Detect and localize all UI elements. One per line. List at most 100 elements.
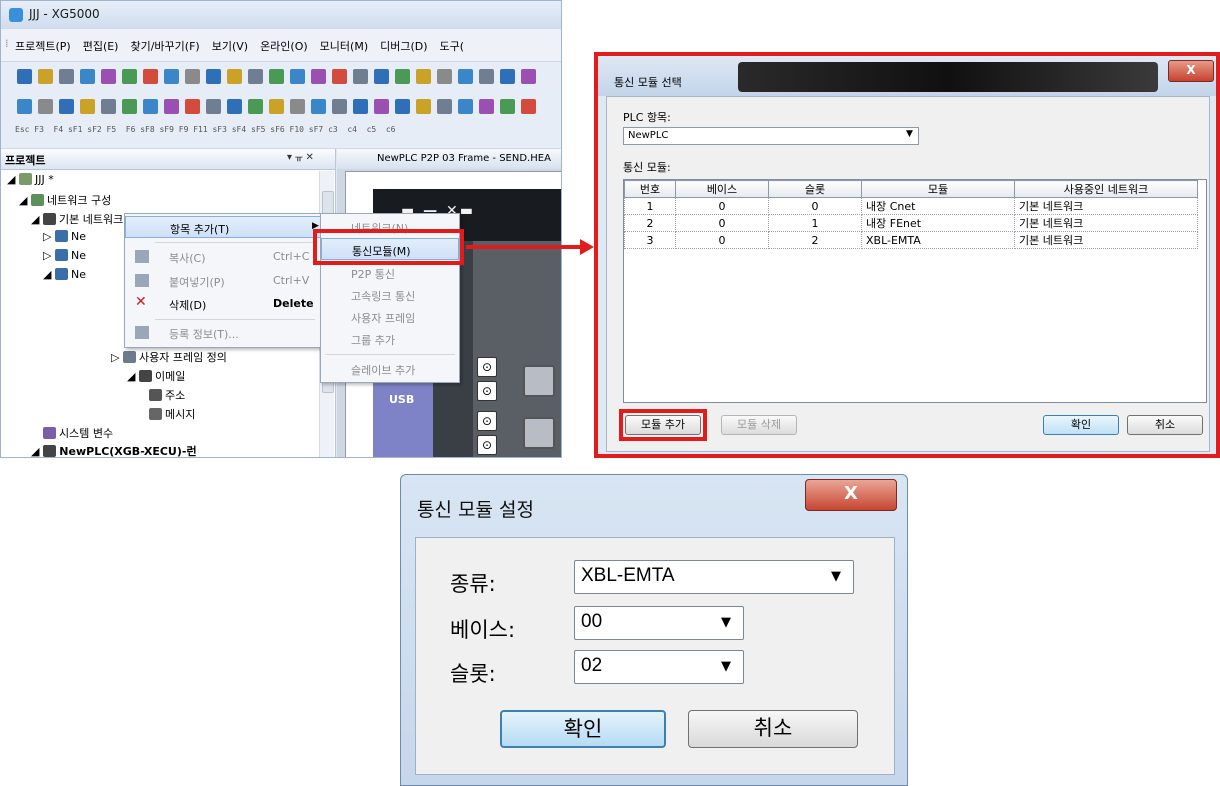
toolbar-icon[interactable]	[101, 69, 116, 84]
toolbar-icon[interactable]	[416, 69, 431, 84]
tree-basic-network[interactable]: ◢ 기본 네트워크	[31, 211, 123, 227]
toolbar-icon[interactable]	[500, 99, 515, 114]
tree-root[interactable]: ◢ JJJ *	[7, 173, 54, 186]
toolbar-icon[interactable]	[80, 99, 95, 114]
col-header[interactable]: 모듈	[861, 180, 1015, 198]
tree-network-3[interactable]: ◢ Ne	[43, 268, 86, 281]
toolbar-icon[interactable]	[269, 99, 284, 114]
submenu-item-add-slave[interactable]: 슬레이브 추가	[321, 358, 459, 380]
expand-icon[interactable]: ▷	[111, 351, 123, 364]
collapse-icon[interactable]: ◢	[31, 445, 43, 457]
toolbar-icon[interactable]	[122, 69, 137, 84]
toolbar-icon[interactable]	[248, 99, 263, 114]
submenu-item-add-group[interactable]: 그룹 추가	[321, 328, 459, 350]
toolbar-icon[interactable]	[185, 69, 200, 84]
toolbar-icon[interactable]	[437, 69, 452, 84]
toolbar-icon[interactable]	[437, 99, 452, 114]
toolbar-icon[interactable]	[59, 69, 74, 84]
toolbar-icon[interactable]	[143, 69, 158, 84]
toolbar-icon[interactable]	[17, 69, 32, 84]
toolbar-icon[interactable]	[479, 99, 494, 114]
menu-item-copy[interactable]: 복사(C) Ctrl+C	[125, 246, 321, 268]
toolbar-icon[interactable]	[332, 69, 347, 84]
menu-item[interactable]: 찾기/바꾸기(F)	[130, 38, 199, 54]
menu-item-register-info[interactable]: 등록 정보(T)...	[125, 322, 321, 344]
tree-address[interactable]: 주소	[149, 387, 185, 403]
submenu-item-user-frame[interactable]: 사용자 프레임	[321, 306, 459, 328]
toolbar-icon[interactable]	[38, 99, 53, 114]
menu-item[interactable]: 편집(E)	[83, 38, 119, 54]
table-row[interactable]: 3 0 2 XBL-EMTA 기본 네트워크	[624, 231, 1198, 249]
type-select[interactable]: XBL-EMTA ▼	[574, 560, 854, 594]
tree-user-frame[interactable]: ▷ 사용자 프레임 정의	[111, 349, 227, 365]
collapse-icon[interactable]: ◢	[127, 370, 139, 383]
toolbar-icon[interactable]	[185, 99, 200, 114]
slot-select[interactable]: 02 ▼	[574, 650, 744, 684]
tree-system-vars[interactable]: 시스템 변수	[43, 425, 113, 441]
toolbar-icon[interactable]	[521, 69, 536, 84]
expand-icon[interactable]: ▷	[43, 230, 55, 243]
tree-network-1[interactable]: ▷ Ne	[43, 230, 86, 243]
toolbar-icon[interactable]	[101, 99, 116, 114]
toolbar-icon[interactable]	[353, 69, 368, 84]
editor-tab[interactable]: NewPLC P2P 03 Frame - SEND.HEA	[337, 149, 561, 169]
tree-message[interactable]: 메시지	[149, 406, 195, 422]
toolbar-icon[interactable]	[311, 99, 326, 114]
tree-network-config[interactable]: ◢ 네트워크 구성	[19, 192, 111, 208]
cancel-button[interactable]: 취소	[1127, 415, 1203, 435]
tree-email[interactable]: ◢ 이메일	[127, 368, 185, 384]
menu-item[interactable]: 모니터(M)	[320, 38, 368, 54]
collapse-icon[interactable]: ◢	[19, 194, 31, 207]
toolbar-icon[interactable]	[59, 99, 74, 114]
toolbar-icon[interactable]	[248, 69, 263, 84]
toolbar-icon[interactable]	[80, 69, 95, 84]
toolbar-icon[interactable]	[395, 99, 410, 114]
toolbar-icon[interactable]	[479, 69, 494, 84]
collapse-icon[interactable]: ◢	[7, 173, 19, 186]
submenu-item-highspeed-link[interactable]: 고속링크 통신	[321, 284, 459, 306]
toolbar-icon[interactable]	[164, 99, 179, 114]
toolbar-icon[interactable]	[164, 69, 179, 84]
toolbar-icon[interactable]	[500, 69, 515, 84]
toolbar-icon[interactable]	[353, 99, 368, 114]
table-row[interactable]: 2 0 1 내장 FEnet 기본 네트워크	[624, 214, 1198, 232]
toolbar-icon[interactable]	[269, 69, 284, 84]
close-button[interactable]: X	[805, 479, 897, 511]
tree-newplc[interactable]: ◢ NewPLC(XGB-XECU)-런	[31, 443, 197, 457]
toolbar-icon[interactable]	[206, 99, 221, 114]
toolbar-icon[interactable]	[227, 69, 242, 84]
toolbar-icon[interactable]	[374, 99, 389, 114]
menu-item[interactable]: 온라인(O)	[260, 38, 308, 54]
toolbar-icon[interactable]	[311, 69, 326, 84]
collapse-icon[interactable]: ◢	[43, 268, 55, 281]
toolbar-icon[interactable]	[17, 99, 32, 114]
table-row[interactable]: 1 0 0 내장 Cnet 기본 네트워크	[624, 197, 1198, 215]
col-header[interactable]: 슬롯	[768, 180, 862, 198]
toolbar-icon[interactable]	[290, 69, 305, 84]
base-select[interactable]: 00 ▼	[574, 606, 744, 640]
toolbar-icon[interactable]	[122, 99, 137, 114]
menu-item-paste[interactable]: 붙여넣기(P) Ctrl+V	[125, 270, 321, 292]
toolbar-icon[interactable]	[206, 69, 221, 84]
toolbar-icon[interactable]	[332, 99, 347, 114]
col-header[interactable]: 사용중인 네트워크	[1014, 180, 1198, 198]
ok-button[interactable]: 확인	[500, 710, 666, 748]
toolbar-icon[interactable]	[458, 69, 473, 84]
toolbar-icon[interactable]	[395, 69, 410, 84]
toolbar-icon[interactable]	[521, 99, 536, 114]
toolbar-icon[interactable]	[374, 69, 389, 84]
toolbar-icon[interactable]	[38, 69, 53, 84]
toolbar-icon[interactable]	[416, 99, 431, 114]
menu-item-add-item[interactable]: 항목 추가(T) ▶	[125, 216, 321, 238]
collapse-icon[interactable]: ◢	[31, 213, 43, 226]
col-header[interactable]: 번호	[624, 180, 676, 198]
toolbar-icon[interactable]	[143, 99, 158, 114]
col-header[interactable]: 베이스	[675, 180, 769, 198]
plc-item-select[interactable]: NewPLC ▼	[623, 127, 919, 145]
menu-item-delete[interactable]: ✕ 삭제(D) Delete	[125, 293, 321, 315]
menu-item[interactable]: 도구(	[440, 38, 465, 54]
ok-button[interactable]: 확인	[1043, 415, 1119, 435]
menu-item[interactable]: 보기(V)	[212, 38, 248, 54]
toolbar-icon[interactable]	[227, 99, 242, 114]
menu-item[interactable]: 디버그(D)	[380, 38, 427, 54]
